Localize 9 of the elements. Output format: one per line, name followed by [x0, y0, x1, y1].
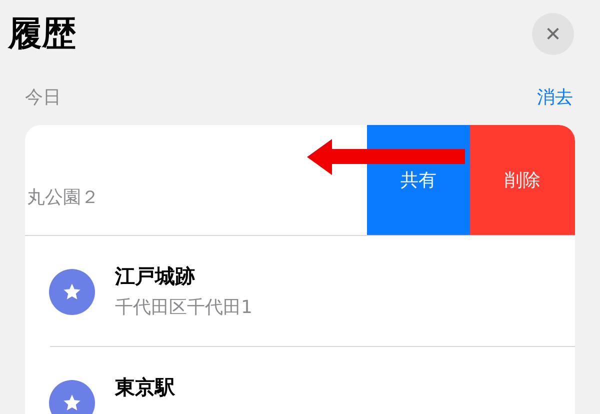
clear-link[interactable]: 消去 — [537, 85, 573, 109]
screen-title: 履歴 — [8, 13, 76, 56]
place-address: 丸公園２ — [27, 186, 99, 209]
delete-button[interactable]: 削除 — [470, 125, 575, 235]
place-name: 東京駅 — [115, 374, 176, 401]
close-button[interactable]: ✕ — [532, 13, 574, 55]
section-title: 今日 — [25, 86, 61, 109]
place-name: 江戸城跡 — [115, 263, 196, 290]
place-address: 千代田区千代田1 — [115, 296, 254, 319]
